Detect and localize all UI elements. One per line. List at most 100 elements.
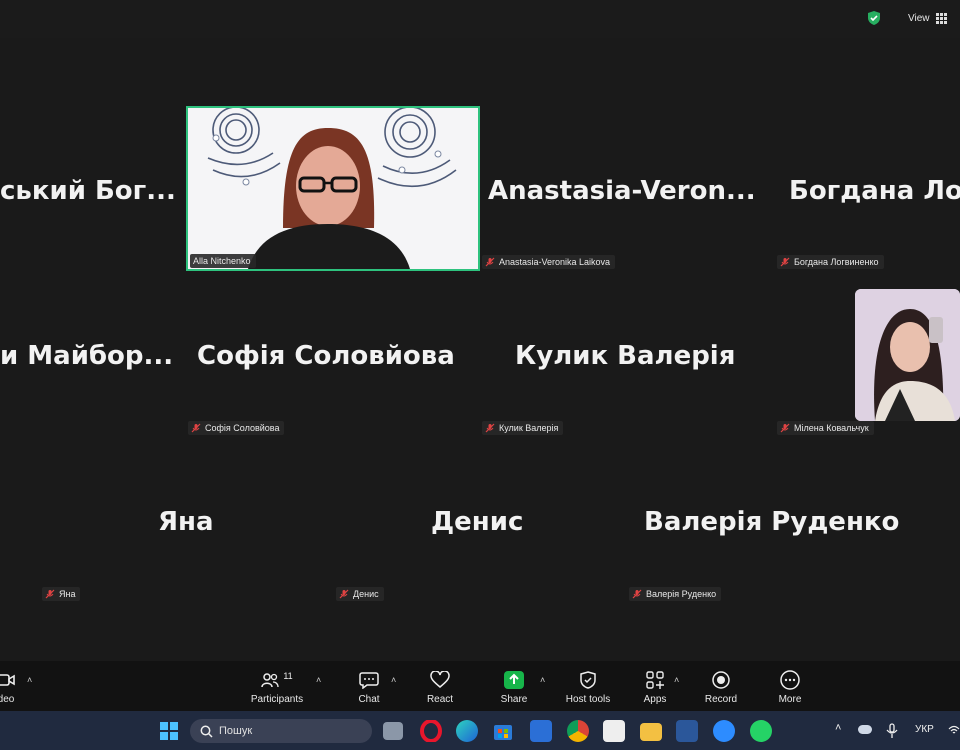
participant-name: Яна	[158, 507, 214, 537]
chat-button[interactable]: Chat	[355, 669, 383, 705]
record-icon	[712, 671, 730, 689]
participant-tile[interactable]: Денис Денис	[334, 440, 628, 605]
share-options-caret[interactable]: ˄	[540, 675, 545, 685]
participants-label: Participants	[250, 694, 304, 705]
participant-label: Богдана Логвиненко	[777, 255, 884, 269]
participant-tile[interactable]: Богдана Ло Богдана Логвиненко	[775, 108, 960, 273]
share-screen-icon	[504, 671, 524, 689]
edge-browser-icon[interactable]	[456, 720, 478, 742]
participant-label: Яна	[42, 587, 81, 601]
video-label: deo	[0, 694, 15, 705]
participant-video-image	[188, 108, 478, 269]
participant-label: Мілена Ковальчук	[777, 421, 874, 435]
participant-tile[interactable]: Валерія Руденко Валерія Руденко	[627, 440, 921, 605]
search-icon	[200, 725, 213, 738]
participant-name-label: Alla Nitchenko	[193, 256, 251, 266]
muted-mic-icon	[191, 423, 201, 433]
whatsapp-icon[interactable]	[750, 720, 772, 742]
windows-start-icon[interactable]	[160, 722, 178, 740]
microphone-icon[interactable]	[884, 723, 900, 739]
participant-video-image	[855, 289, 960, 421]
video-gallery: ський Бог... Alla Nitchenko Anastasia-Ve…	[0, 38, 960, 661]
participant-label: Alla Nitchenko	[190, 254, 256, 268]
participant-name-label: Валерія Руденко	[646, 589, 717, 599]
grid-icon	[935, 12, 947, 24]
participant-tile[interactable]: ський Бог...	[0, 108, 185, 273]
participant-name-label: Кулик Валерія	[499, 423, 559, 433]
file-explorer-icon[interactable]	[640, 723, 662, 741]
cloud-icon[interactable]	[858, 725, 872, 734]
participant-name: Anastasia-Veron...	[488, 176, 756, 206]
opera-browser-icon[interactable]	[420, 719, 442, 743]
view-button[interactable]: View	[866, 6, 956, 30]
input-language[interactable]: УКР	[915, 724, 934, 735]
react-label: React	[426, 694, 454, 705]
paint-app-icon[interactable]	[603, 720, 625, 742]
view-label: View	[908, 12, 930, 24]
chat-options-caret[interactable]: ˄	[391, 675, 396, 685]
apps-options-caret[interactable]: ˄	[674, 675, 679, 685]
participant-tile[interactable]: Софія Соловйова Софія Соловйова	[186, 274, 480, 439]
wifi-icon[interactable]	[948, 724, 960, 736]
apps-button[interactable]: Apps	[642, 669, 668, 705]
participant-label: Софія Соловйова	[188, 421, 285, 435]
share-label: Share	[500, 694, 528, 705]
muted-mic-icon	[339, 589, 349, 599]
record-button[interactable]: Record	[704, 669, 738, 705]
video-camera-icon	[0, 674, 15, 686]
participant-tile[interactable]: Мілена Ковальчук	[775, 274, 960, 439]
meeting-top-bar: View	[0, 0, 960, 38]
shield-check-icon	[868, 11, 880, 25]
participant-name: и Майбор...	[0, 341, 174, 371]
chat-label: Chat	[358, 694, 380, 705]
participant-name: Софія Соловйова	[197, 341, 455, 371]
participant-name-label: Богдана Логвиненко	[794, 257, 879, 267]
muted-mic-icon	[632, 589, 642, 599]
apps-icon	[646, 671, 664, 689]
chat-icon	[359, 672, 379, 689]
participant-label: Валерія Руденко	[629, 587, 722, 601]
taskbar-search[interactable]: Пошук	[190, 719, 372, 743]
participant-name: Денис	[431, 507, 524, 537]
search-placeholder: Пошук	[219, 725, 253, 737]
participant-name-label: Денис	[353, 589, 379, 599]
zoom-app-icon[interactable]	[713, 720, 735, 742]
participant-label: Anastasia-Veronika Laikova	[482, 255, 616, 269]
microsoft-store-icon[interactable]	[492, 720, 514, 742]
video-options-caret[interactable]: ˄	[27, 675, 32, 685]
react-button[interactable]: React	[425, 669, 455, 705]
participant-name-label: Anastasia-Veronika Laikova	[499, 257, 611, 267]
participant-tile-active-speaker[interactable]: Alla Nitchenko	[186, 106, 480, 271]
participants-button[interactable]: 11 Participants	[248, 669, 306, 705]
participants-icon	[261, 673, 279, 688]
muted-mic-icon	[485, 423, 495, 433]
task-view-icon[interactable]	[383, 722, 403, 740]
participant-tile[interactable]: Яна Яна	[40, 440, 334, 605]
participants-options-caret[interactable]: ˄	[316, 675, 321, 685]
chrome-browser-icon[interactable]	[567, 720, 589, 742]
participant-name-label: Яна	[59, 589, 76, 599]
participant-tile[interactable]: Кулик Валерія Кулик Валерія	[480, 274, 774, 439]
host-tools-button[interactable]: Host tools	[564, 669, 612, 705]
participant-name: Кулик Валерія	[515, 341, 736, 371]
windows-taskbar: Пошук ˄ УКР	[0, 711, 960, 750]
azure-data-icon[interactable]	[530, 720, 552, 742]
word-app-icon[interactable]	[676, 720, 698, 742]
more-label: More	[778, 694, 802, 705]
host-tools-label: Host tools	[565, 694, 611, 705]
share-button[interactable]: Share	[500, 669, 528, 705]
participant-name: Валерія Руденко	[644, 507, 900, 537]
tray-overflow-caret[interactable]: ˄	[835, 722, 841, 734]
shield-icon	[580, 671, 596, 689]
participant-tile[interactable]: Anastasia-Veron... Anastasia-Veronika La…	[480, 108, 774, 273]
video-button[interactable]: deo	[0, 669, 18, 705]
meeting-toolbar: deo ˄ 11 Participants ˄ Chat ˄ React Sha…	[0, 661, 960, 711]
participant-label: Кулик Валерія	[482, 421, 564, 435]
muted-mic-icon	[780, 423, 790, 433]
apps-label: Apps	[643, 694, 667, 705]
heart-icon	[430, 671, 450, 688]
participant-tile[interactable]: и Майбор...	[0, 274, 185, 439]
muted-mic-icon	[485, 257, 495, 267]
muted-mic-icon	[45, 589, 55, 599]
more-button[interactable]: More	[777, 669, 803, 705]
